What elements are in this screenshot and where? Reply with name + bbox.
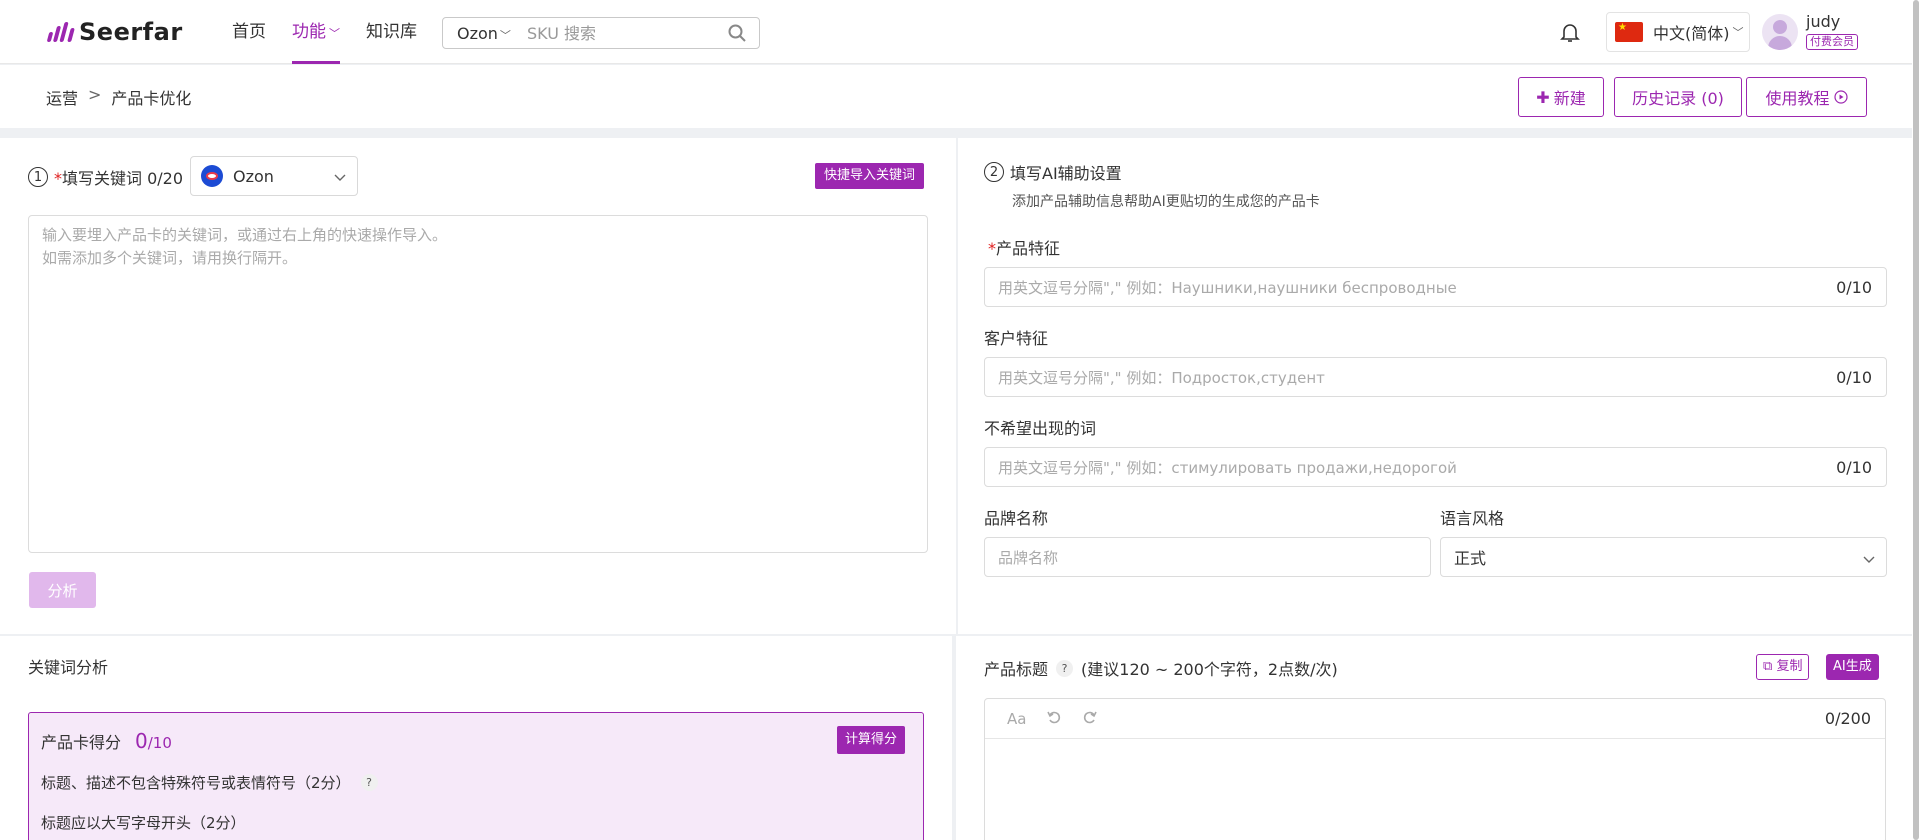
customer-features-label: 客户特征 [984,325,1048,349]
analyze-button[interactable]: 分析 [29,572,96,608]
product-title-editor[interactable]: Aa 0/200 [984,698,1886,840]
ai-settings-subtitle: 添加产品辅助信息帮助AI更贴切的生成您的产品卡 [1012,191,1320,211]
char-count: 0/10 [1836,458,1872,477]
chevron-down-icon [1862,551,1876,570]
help-icon[interactable]: ? [361,774,378,791]
nav-features[interactable]: 功能﹀ [292,0,340,64]
calculate-score-button[interactable]: 计算得分 [837,726,905,754]
step-number: 2 [984,162,1004,182]
product-features-input[interactable]: 用英文逗号分隔"," 例如：Наушники,наушники беспрово… [984,267,1887,307]
nav-home[interactable]: 首页 [232,0,266,64]
tutorial-button[interactable]: 使用教程 [1746,77,1867,117]
bell-icon[interactable] [1558,20,1582,48]
char-count: 0/10 [1836,368,1872,387]
logo[interactable]: Seerfar [48,18,183,46]
brand-name-label: 品牌名称 [984,505,1048,529]
main-nav: 首页 功能﹀ 知识库 [232,0,443,64]
rule-item: 标题应以大写字母开头（2分） [41,812,246,833]
rule-item: 标题、描述不包含特殊符号或表情符号（2分） ? [41,772,378,793]
chevron-down-icon [333,169,347,188]
breadcrumb-bar: 运营 > 产品卡优化 ✚新建 历史记录 (0) 使用教程 [0,65,1912,128]
search-platform-select[interactable]: Ozon﹀ [443,24,527,43]
breadcrumb-parent[interactable]: 运营 [46,85,78,109]
keywords-panel: 1 *填写关键词 0/20 Ozon 快捷导入关键词 分析 [0,138,956,634]
language-style-label: 语言风格 [1440,505,1504,529]
member-badge: 付费会员 [1806,34,1858,50]
user-name[interactable]: judy [1806,12,1840,31]
history-button[interactable]: 历史记录 (0) [1614,77,1742,117]
help-icon[interactable]: ? [1056,660,1073,677]
copy-icon: ⧉ [1763,659,1772,674]
product-features-label: *产品特征 [988,235,1060,259]
search-input[interactable] [527,24,717,43]
keywords-textarea[interactable] [28,215,928,553]
brand-name: Seerfar [79,18,183,46]
keyword-analysis-panel: 关键词分析 产品卡得分 0/10 计算得分 标题、描述不包含特殊符号或表情符号（… [0,636,952,840]
plus-icon: ✚ [1536,88,1549,107]
product-title-panel: 产品标题 ? (建议120 ~ 200个字符，2点数/次) ⧉ 复制 AI生成 … [956,636,1912,840]
quick-import-keywords-button[interactable]: 快捷导入关键词 [815,163,924,189]
keywords-title: 1 *填写关键词 0/20 [28,165,183,189]
brand-name-input[interactable]: 品牌名称 [984,537,1431,577]
score-title: 产品卡得分 0/10 [41,729,172,753]
char-count: 0/10 [1836,278,1872,297]
language-style-select[interactable]: 正式 [1440,537,1887,577]
editor-toolbar: Aa 0/200 [985,699,1885,739]
chevron-down-icon: ﹀ [500,29,511,42]
logo-icon [48,22,73,42]
breadcrumb-separator: > [88,85,101,109]
new-button[interactable]: ✚新建 [1518,77,1604,117]
chevron-down-icon: ﹀ [1733,24,1744,40]
china-flag-icon [1615,22,1643,42]
keyword-platform-select[interactable]: Ozon [190,156,358,196]
breadcrumb: 运营 > 产品卡优化 [46,85,191,109]
scrollbar-thumb[interactable] [1913,0,1919,840]
search-icon[interactable] [727,23,747,47]
undo-icon[interactable] [1046,709,1062,729]
ai-generate-button[interactable]: AI生成 [1826,654,1879,680]
nav-knowledge-base[interactable]: 知识库 [366,0,417,64]
language-select[interactable]: 中文(简体) ﹀ [1606,12,1750,52]
play-icon [1834,90,1848,104]
breadcrumb-current: 产品卡优化 [111,85,191,109]
excluded-words-label: 不希望出现的词 [984,415,1096,439]
char-count: 0/200 [1825,709,1871,728]
score-value: 0 [135,729,148,753]
step-number: 1 [28,167,48,187]
ai-settings-title: 2 填写AI辅助设置 [984,160,1122,184]
font-size-icon[interactable]: Aa [1007,710,1026,728]
redo-icon[interactable] [1082,709,1098,729]
score-max: /10 [148,734,172,752]
product-title-hint: (建议120 ~ 200个字符，2点数/次) [1081,656,1338,680]
customer-features-input[interactable]: 用英文逗号分隔"," 例如：Подросток,студент 0/10 [984,357,1887,397]
chevron-down-icon: ﹀ [329,27,340,40]
excluded-words-input[interactable]: 用英文逗号分隔"," 例如：стимулировать продажи,недо… [984,447,1887,487]
sku-search: Ozon﹀ [442,17,760,49]
product-title-header: 产品标题 ? (建议120 ~ 200个字符，2点数/次) [984,656,1338,680]
top-header: Seerfar 首页 功能﹀ 知识库 Ozon﹀ 中文(简体) ﹀ judy 付… [0,0,1912,64]
copy-button[interactable]: ⧉ 复制 [1756,654,1809,680]
page-scrollbar[interactable] [1912,0,1920,840]
avatar[interactable] [1762,14,1798,50]
ai-settings-panel: 2 填写AI辅助设置 添加产品辅助信息帮助AI更贴切的生成您的产品卡 *产品特征… [958,138,1912,634]
ozon-logo-icon [201,165,223,187]
keyword-analysis-title: 关键词分析 [28,654,108,678]
score-box: 产品卡得分 0/10 计算得分 标题、描述不包含特殊符号或表情符号（2分） ? … [28,712,924,840]
